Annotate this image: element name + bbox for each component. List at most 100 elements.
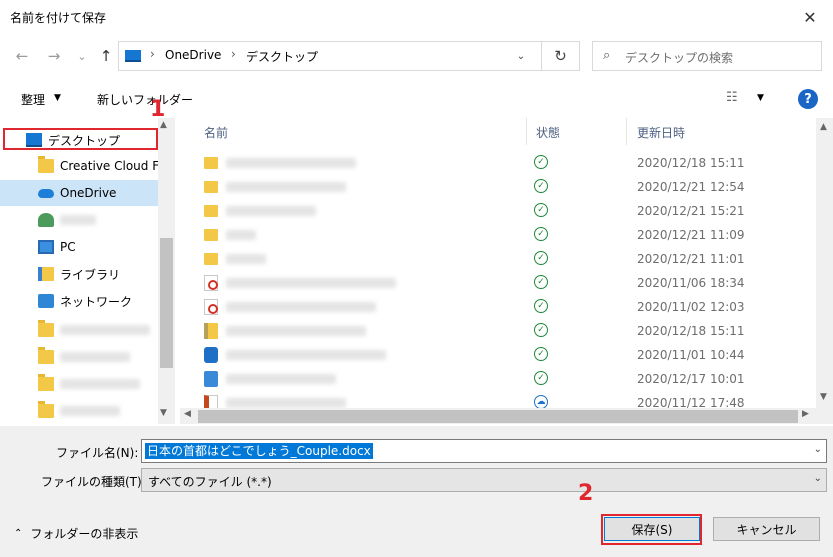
back-arrow-icon[interactable]: ← — [10, 44, 34, 68]
sidebar-item-label: PC — [60, 240, 76, 254]
scroll-left-icon[interactable]: ◀ — [184, 409, 191, 419]
column-header-modified[interactable]: 更新日時 — [637, 124, 685, 141]
pc-icon — [38, 240, 54, 254]
recent-locations-icon[interactable]: ⌄ — [70, 44, 94, 68]
redacted-file-name — [226, 374, 336, 384]
synced-check-icon: ✓ — [534, 347, 548, 361]
folder-icon — [204, 253, 218, 265]
sidebar-item-folder[interactable] — [0, 317, 158, 343]
redacted-label — [60, 406, 120, 416]
breadcrumb-desktop[interactable]: デスクトップ — [246, 48, 318, 65]
redacted-file-name — [226, 302, 376, 312]
filename-value[interactable]: 日本の首都はどこでしょう_Couple.docx — [145, 443, 373, 459]
search-icon: ⌕ — [603, 48, 611, 63]
horizontal-scroll-thumb[interactable] — [198, 410, 798, 423]
modified-date: 2020/11/02 12:03 — [637, 300, 745, 314]
table-row[interactable]: ✓ 2020/12/21 12:54 — [180, 175, 816, 199]
chevron-down-icon[interactable]: ⌄ — [814, 444, 822, 455]
sort-ascending-icon: ⌃ — [354, 118, 362, 124]
breadcrumb-onedrive[interactable]: OneDrive — [165, 48, 221, 62]
library-icon — [38, 267, 54, 281]
table-row[interactable]: ✓ 2020/12/21 11:09 — [180, 223, 816, 247]
modified-date: 2020/12/21 11:01 — [637, 252, 745, 266]
help-button[interactable]: ? — [798, 89, 818, 109]
filetype-select[interactable]: すべてのファイル (*.*) ⌄ — [141, 468, 827, 492]
modified-date: 2020/12/21 15:21 — [637, 204, 745, 218]
zip-icon — [204, 323, 218, 339]
sidebar-item-pc[interactable]: PC — [0, 234, 158, 260]
scroll-down-icon[interactable]: ▼ — [820, 392, 827, 402]
column-header-status[interactable]: 状態 — [536, 124, 560, 141]
column-divider[interactable] — [526, 118, 527, 145]
save-options-panel: ファイル名(N): 日本の首都はどこでしょう_Couple.docx ⌄ ファイ… — [0, 426, 833, 557]
address-bar[interactable]: › OneDrive › デスクトップ ⌄ — [118, 41, 542, 71]
modified-date: 2020/12/21 12:54 — [637, 180, 745, 194]
sidebar-item-folder[interactable] — [0, 398, 158, 424]
highlight-box-save — [601, 514, 702, 545]
redacted-file-name — [226, 398, 346, 408]
redacted-file-name — [226, 326, 366, 336]
sidebar-item-library[interactable]: ライブラリ — [0, 261, 158, 287]
table-row[interactable]: ✓ 2020/12/21 15:21 — [180, 199, 816, 223]
cancel-button[interactable]: キャンセル — [713, 517, 820, 541]
synced-check-icon: ✓ — [534, 203, 548, 217]
organize-dropdown-icon[interactable]: ▼ — [54, 93, 61, 103]
scroll-right-icon[interactable]: ▶ — [802, 409, 809, 419]
table-row[interactable]: ✓ 2020/12/18 15:11 — [180, 319, 816, 343]
sidebar-item-folder[interactable] — [0, 371, 158, 397]
sidebar-item-folder[interactable] — [0, 344, 158, 370]
forward-arrow-icon[interactable]: → — [42, 44, 66, 68]
redacted-file-name — [226, 278, 396, 288]
sidebar-item-creative-cloud[interactable]: Creative Cloud Files — [0, 153, 158, 179]
organize-button[interactable]: 整理 — [21, 91, 45, 108]
new-folder-button[interactable]: 新しいフォルダー — [97, 91, 193, 108]
filename-input[interactable]: 日本の首都はどこでしょう_Couple.docx ⌄ — [141, 439, 827, 463]
chevron-down-icon[interactable]: ⌄ — [814, 473, 822, 484]
synced-check-icon: ✓ — [534, 299, 548, 313]
up-arrow-icon[interactable]: ↑ — [94, 44, 118, 68]
modified-date: 2020/12/17 10:01 — [637, 372, 745, 386]
modified-date: 2020/11/01 10:44 — [637, 348, 745, 362]
table-row[interactable]: ✓ 2020/12/21 11:01 — [180, 247, 816, 271]
refresh-button[interactable]: ↻ — [542, 41, 580, 71]
search-input[interactable]: ⌕ デスクトップの検索 — [592, 41, 822, 71]
hide-folders-toggle[interactable]: ⌃ フォルダーの非表示 — [14, 525, 138, 542]
user-icon — [38, 213, 54, 227]
view-options-icon[interactable]: ☷ — [726, 90, 738, 105]
sidebar-scroll-thumb[interactable] — [160, 238, 173, 368]
table-row[interactable]: ✓ 2020/11/02 12:03 — [180, 295, 816, 319]
folder-icon — [204, 229, 218, 241]
table-row[interactable]: ✓ 2020/12/17 10:01 — [180, 367, 816, 391]
column-header-row: ⌃ 名前 状態 更新日時 — [180, 118, 816, 145]
highlight-box-desktop — [3, 128, 158, 150]
scroll-up-icon[interactable]: ▲ — [820, 122, 827, 132]
table-row[interactable]: ✓ 2020/11/06 18:34 — [180, 271, 816, 295]
close-button[interactable]: ✕ — [787, 0, 833, 34]
sidebar-item-onedrive[interactable]: OneDrive — [0, 180, 158, 206]
ie-shortcut-icon — [204, 347, 218, 363]
synced-check-icon: ✓ — [534, 275, 548, 289]
redacted-file-name — [226, 350, 386, 360]
column-header-name[interactable]: 名前 — [204, 124, 228, 141]
chevron-down-icon[interactable]: ⌄ — [501, 42, 541, 70]
breadcrumb-separator[interactable]: › — [231, 47, 236, 61]
list-vertical-scrollbar[interactable] — [816, 118, 833, 408]
table-row[interactable]: ✓ 2020/12/18 15:11 — [180, 151, 816, 175]
view-dropdown-icon[interactable]: ▼ — [757, 93, 764, 103]
modified-date: 2020/12/18 15:11 — [637, 324, 745, 338]
column-divider[interactable] — [626, 118, 627, 145]
redacted-label — [60, 352, 130, 362]
redacted-file-name — [226, 230, 256, 240]
desktop-icon — [125, 50, 141, 62]
redacted-file-name — [226, 182, 346, 192]
sidebar-item-label: ライブラリ — [60, 267, 121, 282]
modified-date: 2020/11/06 18:34 — [637, 276, 745, 290]
scroll-down-icon[interactable]: ▼ — [160, 408, 167, 418]
navigation-pane: デスクトップ Creative Cloud Files OneDrive PC … — [0, 118, 176, 424]
folder-icon — [38, 347, 54, 364]
redacted-file-name — [226, 206, 316, 216]
table-row[interactable]: ✓ 2020/11/01 10:44 — [180, 343, 816, 367]
synced-check-icon: ✓ — [534, 251, 548, 265]
sidebar-item-user[interactable] — [0, 207, 158, 233]
sidebar-item-network[interactable]: ネットワーク — [0, 288, 158, 314]
